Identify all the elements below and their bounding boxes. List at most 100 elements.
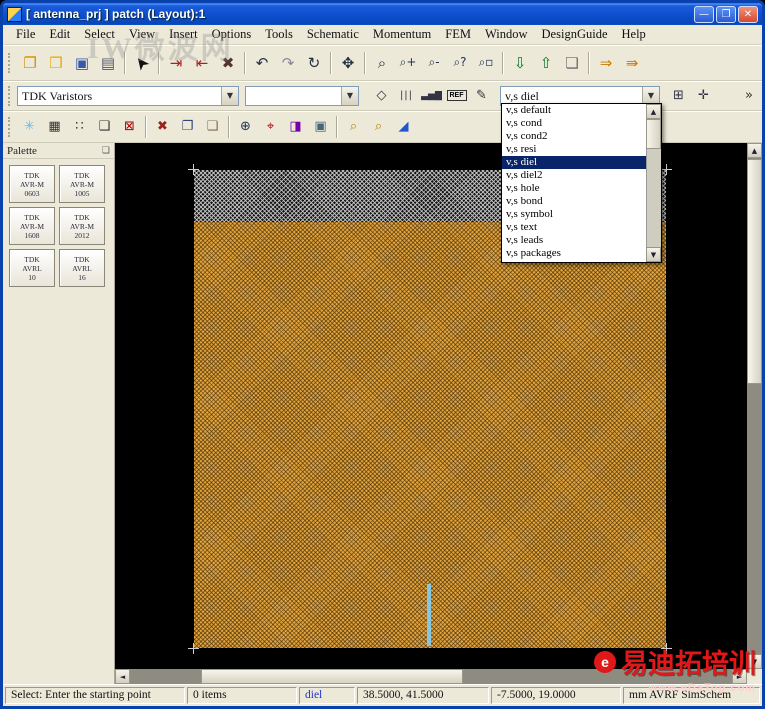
find-component-icon[interactable]: ⌕: [341, 116, 366, 138]
open-design-icon[interactable]: ❒: [43, 50, 69, 76]
redo-icon[interactable]: ↷: [275, 50, 301, 76]
menu-view[interactable]: View: [122, 25, 162, 44]
delete-selected-icon[interactable]: ✖: [150, 116, 175, 138]
dropdown-scroll-thumb[interactable]: [646, 119, 661, 149]
insert-trace-icon[interactable]: ⇒: [593, 50, 619, 76]
title-bar[interactable]: [ antenna_prj ] patch (Layout):1 — ❐ ✕: [3, 3, 762, 25]
insert-pin-icon[interactable]: ⇥: [163, 50, 189, 76]
view-all-icon[interactable]: ⌕▫: [473, 50, 499, 76]
menu-edit[interactable]: Edit: [42, 25, 77, 44]
rotate-items-icon[interactable]: ↻: [301, 50, 327, 76]
move-items-icon[interactable]: ✥: [335, 50, 361, 76]
menu-window[interactable]: Window: [478, 25, 535, 44]
menu-options[interactable]: Options: [205, 25, 259, 44]
layer-option-packages[interactable]: v,s packages: [502, 247, 646, 260]
zoom-out-icon[interactable]: ⌕-: [421, 50, 447, 76]
preview-icon[interactable]: ⌕: [366, 116, 391, 138]
vertical-scrollbar[interactable]: ▲ ▼: [747, 143, 762, 669]
snap-grid-icon[interactable]: ⊞: [666, 85, 691, 107]
origin-marker-icon[interactable]: ⌖: [258, 116, 283, 138]
palette-item-avrm-1608[interactable]: TDK AVR-M 1608: [9, 207, 55, 245]
vertical-scroll-thumb[interactable]: [747, 159, 762, 384]
layer-option-diel2[interactable]: v,s diel2: [502, 169, 646, 182]
component-palette-combo[interactable]: TDK Varistors ▼: [17, 85, 239, 106]
select-cursor-icon[interactable]: ➤: [124, 44, 160, 80]
layer-option-leads[interactable]: v,s leads: [502, 234, 646, 247]
toolbar-grip[interactable]: [8, 116, 13, 137]
palette-item-avrl-16[interactable]: TDK AVRL 16: [59, 249, 105, 287]
zoom-in-area-icon[interactable]: ⌕: [369, 50, 395, 76]
palette-item-avrm-2012[interactable]: TDK AVR-M 2012: [59, 207, 105, 245]
layout-canvas[interactable]: ▲ ▼ ◄ ►: [115, 143, 762, 684]
stack-chart-icon[interactable]: ▃▅▇: [419, 85, 444, 107]
menu-momentum[interactable]: Momentum: [366, 25, 438, 44]
import-design-icon[interactable]: ⇩: [507, 50, 533, 76]
menu-schematic[interactable]: Schematic: [300, 25, 366, 44]
layer-option-bond[interactable]: v,s bond: [502, 195, 646, 208]
menu-select[interactable]: Select: [77, 25, 122, 44]
print-layout-icon[interactable]: ▤: [95, 50, 121, 76]
layer-option-text[interactable]: v,s text: [502, 221, 646, 234]
draw-pen-icon[interactable]: ✎: [469, 85, 494, 107]
dropdown-scroll-down-icon[interactable]: ▼: [646, 247, 661, 262]
menu-insert[interactable]: Insert: [162, 25, 204, 44]
layer-option-cond[interactable]: v,s cond: [502, 117, 646, 130]
draw-polygon-icon[interactable]: ◇: [369, 85, 394, 107]
export-design-icon[interactable]: ⇧: [533, 50, 559, 76]
menu-tools[interactable]: Tools: [258, 25, 300, 44]
dropdown-scroll-up-icon[interactable]: ▲: [646, 104, 661, 119]
grid-dots-icon[interactable]: ∷: [67, 116, 92, 138]
scroll-down-icon[interactable]: ▼: [747, 654, 762, 669]
horizontal-scrollbar[interactable]: ◄ ►: [115, 669, 747, 684]
scroll-up-icon[interactable]: ▲: [747, 143, 762, 158]
zoom-in-icon[interactable]: ⌕+: [395, 50, 421, 76]
layer-option-symbol[interactable]: v,s symbol: [502, 208, 646, 221]
combo-arrow-icon[interactable]: ▼: [341, 86, 358, 105]
align-cross-icon[interactable]: ✛: [691, 85, 716, 107]
undo-icon[interactable]: ↶: [249, 50, 275, 76]
insert-port-icon[interactable]: ⇤: [189, 50, 215, 76]
preferences-icon[interactable]: ✳: [17, 116, 42, 138]
copy-items-icon[interactable]: ❐: [175, 116, 200, 138]
scroll-right-icon[interactable]: ►: [732, 669, 747, 684]
maximize-button[interactable]: ❐: [716, 5, 736, 23]
palette-item-avrm-1005[interactable]: TDK AVR-M 1005: [59, 165, 105, 203]
toolbar-overflow-chevron[interactable]: »: [740, 88, 758, 103]
layer-option-default[interactable]: v,s default: [502, 104, 646, 117]
layer-option-hole[interactable]: v,s hole: [502, 182, 646, 195]
combo-arrow-icon[interactable]: ▼: [642, 86, 659, 105]
clear-layer-icon[interactable]: ⊠: [117, 116, 142, 138]
palette-dock-icon[interactable]: ❏: [102, 146, 110, 156]
menu-fem[interactable]: FEM: [438, 25, 478, 44]
combo-arrow-icon[interactable]: ▼: [221, 86, 238, 105]
component-filter-combo[interactable]: ▼: [245, 85, 359, 106]
delete-items-icon[interactable]: ✖: [215, 50, 241, 76]
new-design-icon[interactable]: ❐: [17, 50, 43, 76]
menu-help[interactable]: Help: [615, 25, 653, 44]
menu-designguide[interactable]: DesignGuide: [535, 25, 615, 44]
feed-line[interactable]: [427, 584, 431, 646]
layer-option-cond2[interactable]: v,s cond2: [502, 130, 646, 143]
ref-layer-icon[interactable]: REF: [444, 85, 469, 107]
layer-editor-icon[interactable]: ▣: [308, 116, 333, 138]
horizontal-scroll-thumb[interactable]: [201, 669, 463, 684]
palette-header[interactable]: Palette ❏: [3, 143, 114, 159]
layer-option-resi[interactable]: v,s resi: [502, 143, 646, 156]
zoom-plus-icon[interactable]: ⊕: [233, 116, 258, 138]
scroll-left-icon[interactable]: ◄: [115, 669, 130, 684]
layer-option-diel-selected[interactable]: v,s diel: [502, 156, 646, 169]
select-window-icon[interactable]: ❑: [92, 116, 117, 138]
palette-item-avrl-10[interactable]: TDK AVRL 10: [9, 249, 55, 287]
toolbar-grip[interactable]: [8, 85, 13, 106]
toolbar-grip[interactable]: [8, 52, 13, 73]
minimize-button[interactable]: —: [694, 5, 714, 23]
palette-item-avrm-0603[interactable]: TDK AVR-M 0603: [9, 165, 55, 203]
copy-hierarchy-icon[interactable]: ❏: [559, 50, 585, 76]
save-design-icon[interactable]: ▣: [69, 50, 95, 76]
layer-bars-icon[interactable]: |||: [394, 85, 419, 107]
insert-path-icon[interactable]: ⇛: [619, 50, 645, 76]
menu-file[interactable]: File: [9, 25, 42, 44]
zoom-selection-icon[interactable]: ⌕?: [447, 50, 473, 76]
dropdown-scrollbar[interactable]: ▲ ▼: [646, 104, 661, 262]
paste-items-icon[interactable]: ❏: [200, 116, 225, 138]
